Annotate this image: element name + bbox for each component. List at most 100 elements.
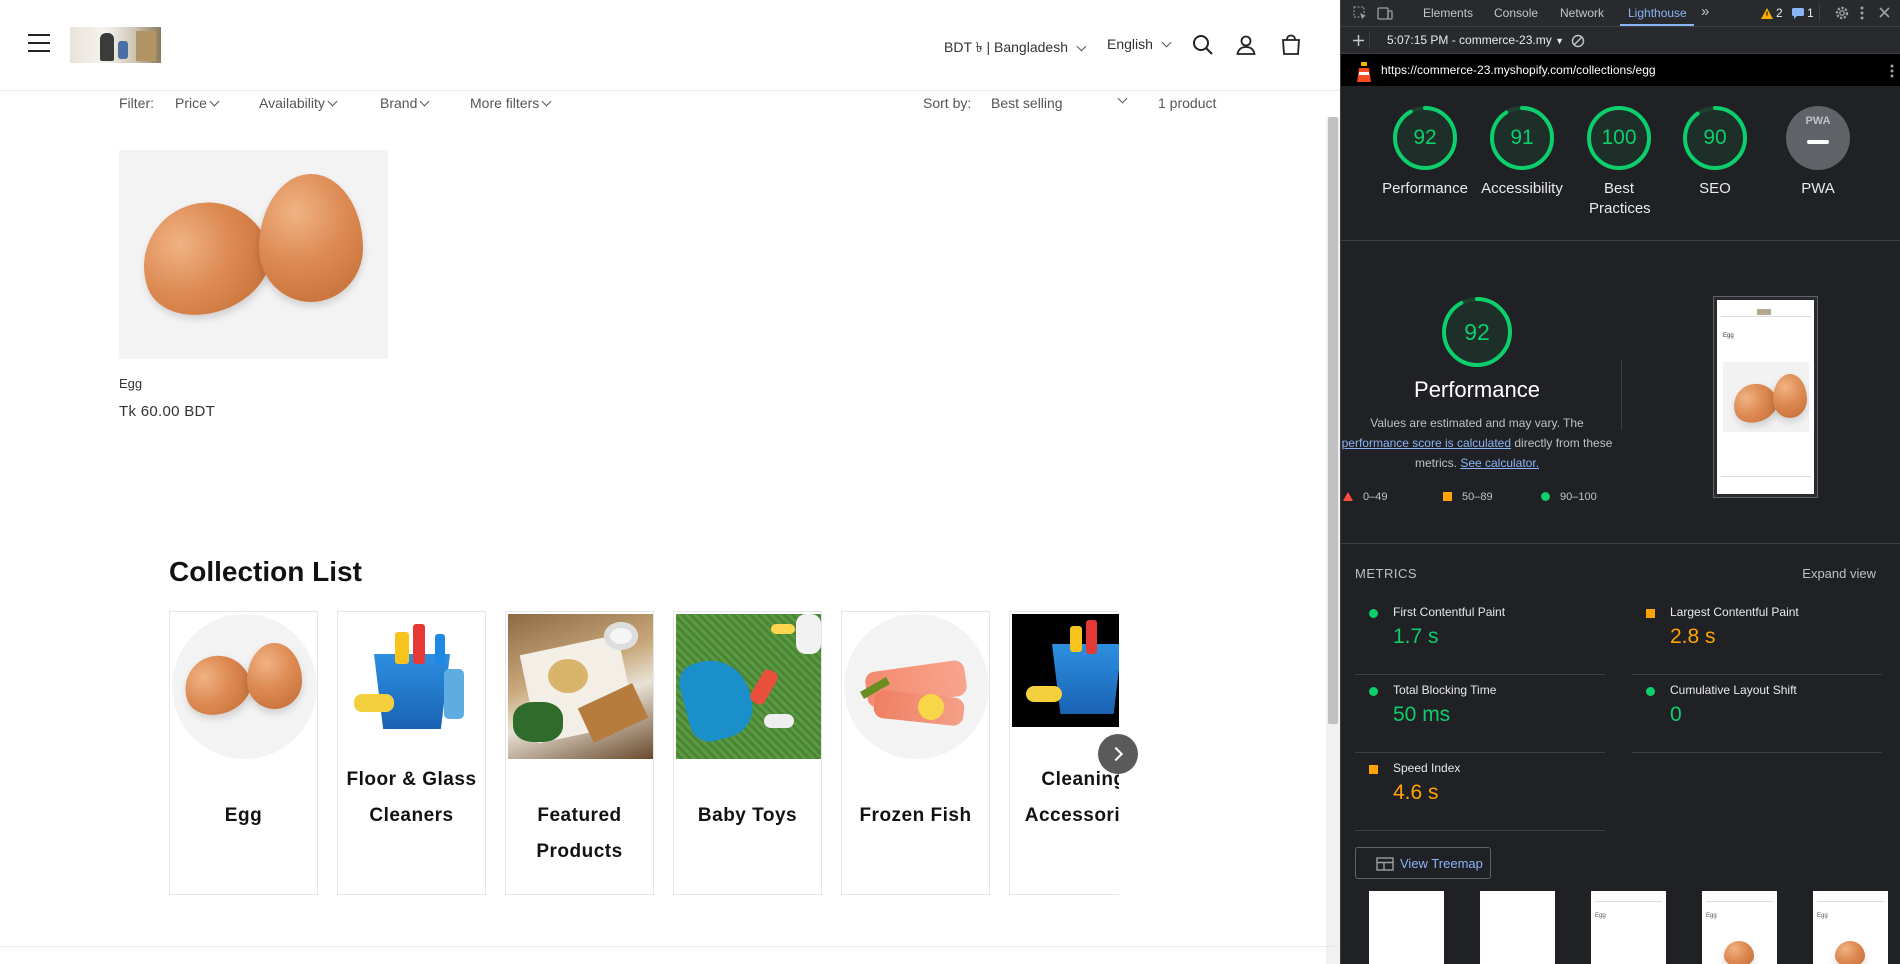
collection-label: Baby Toys: [697, 805, 798, 826]
accessibility-gauge[interactable]: 91: [1489, 105, 1555, 171]
metric-label: Speed Index: [1393, 761, 1461, 775]
inspect-element-icon[interactable]: [1353, 6, 1368, 21]
performance-score-large: 92: [1464, 319, 1490, 345]
search-icon[interactable]: [1191, 33, 1215, 57]
metric-value: 1.7 s: [1393, 625, 1439, 648]
tab-network[interactable]: Network: [1560, 6, 1604, 20]
sort-select[interactable]: Best selling: [991, 93, 1128, 111]
metric-cumulative-layout-shift: Cumulative Layout Shift 0: [1632, 675, 1882, 753]
chevron-down-icon: [1161, 37, 1172, 47]
egg-image-right: [259, 174, 363, 302]
country-currency-selector[interactable]: BDT ৳ | Bangladesh: [944, 36, 1087, 60]
metric-label: First Contentful Paint: [1393, 605, 1506, 619]
page-scrollbar[interactable]: [1326, 117, 1340, 964]
product-card[interactable]: Egg Tk 60.00 BDT: [119, 150, 388, 420]
performance-gauge[interactable]: 92: [1392, 105, 1458, 171]
caret-down-icon: ▼: [1555, 36, 1564, 46]
divider: [1621, 360, 1622, 430]
audited-url-bar: https://commerce-23.myshopify.com/collec…: [1341, 54, 1900, 86]
filter-availability[interactable]: Availability: [259, 95, 338, 111]
warnings-badge[interactable]: 2: [1761, 6, 1783, 20]
metric-label: Cumulative Layout Shift: [1670, 683, 1797, 697]
collection-list-slider: Egg Floor & Glass Cleaners Featured Prod…: [169, 611, 1119, 896]
filter-more[interactable]: More filters: [470, 95, 552, 111]
product-title[interactable]: Egg: [119, 376, 142, 391]
collection-card-egg[interactable]: Egg: [169, 611, 318, 895]
chevron-down-icon: [419, 96, 430, 106]
chevron-down-icon: [541, 96, 552, 106]
final-screenshot-thumbnail[interactable]: Egg: [1714, 297, 1817, 497]
filter-brand[interactable]: Brand: [380, 95, 430, 111]
message-icon: [1792, 7, 1804, 19]
performance-description: Values are estimated and may vary. The p…: [1341, 413, 1613, 473]
pass-circle-icon: [1369, 687, 1378, 696]
score-calculated-link[interactable]: performance score is calculated: [1342, 436, 1511, 450]
warning-icon: [1761, 7, 1773, 19]
sort-label: Sort by:: [923, 95, 972, 111]
kebab-menu-icon[interactable]: [1889, 63, 1895, 79]
collection-image-frozen-fish: [844, 614, 989, 759]
product-image[interactable]: [119, 150, 388, 359]
pwa-gauge[interactable]: PWA: [1785, 105, 1851, 171]
filter-label: Filter:: [119, 95, 154, 111]
cart-icon[interactable]: [1279, 33, 1303, 57]
collection-card-baby-toys[interactable]: Baby Toys: [673, 611, 822, 895]
metric-speed-index: Speed Index 4.6 s: [1355, 753, 1605, 831]
see-calculator-link[interactable]: See calculator.: [1460, 456, 1539, 470]
scrollbar-thumb[interactable]: [1328, 117, 1338, 724]
account-icon[interactable]: [1234, 33, 1258, 57]
filmstrip-frame: Egg: [1702, 891, 1777, 964]
collection-label: Frozen Fish: [859, 805, 972, 826]
close-icon[interactable]: [1878, 6, 1891, 19]
store-header: BDT ৳ | Bangladesh English: [0, 0, 1340, 91]
messages-badge[interactable]: 1: [1792, 6, 1814, 20]
pwa-badge: PWA: [1805, 115, 1831, 127]
report-select[interactable]: 5:07:15 PM - commerce-23.my ▼: [1387, 33, 1564, 47]
clear-block-icon[interactable]: [1571, 34, 1585, 48]
chevron-down-icon: [209, 96, 220, 106]
metric-value: 50 ms: [1393, 703, 1451, 726]
collection-card-floor-glass-cleaners[interactable]: Floor & Glass Cleaners: [337, 611, 486, 895]
filter-bar: Filter: Price Availability Brand More fi…: [119, 93, 1219, 115]
add-report-icon[interactable]: [1352, 34, 1365, 47]
score-value: 91: [1510, 126, 1534, 149]
tab-elements[interactable]: Elements: [1423, 6, 1473, 20]
metrics-header: METRICS: [1355, 566, 1417, 581]
filmstrip-frame: Egg: [1813, 891, 1888, 964]
collection-card-frozen-fish[interactable]: Frozen Fish: [841, 611, 990, 895]
desc-text-1: Values are estimated and may vary. The: [1370, 416, 1584, 430]
seo-gauge[interactable]: 90: [1682, 105, 1748, 171]
hamburger-menu-icon[interactable]: [28, 34, 50, 52]
expand-view-toggle[interactable]: Expand view: [1802, 566, 1876, 581]
divider: [1632, 752, 1882, 753]
divider: [1341, 543, 1900, 544]
kebab-menu-icon[interactable]: [1859, 5, 1865, 21]
audited-url[interactable]: https://commerce-23.myshopify.com/collec…: [1381, 63, 1656, 77]
collection-list-title: Collection List: [169, 556, 362, 587]
filmstrip-frame: [1480, 891, 1555, 964]
thumbnail-title: Egg: [1723, 333, 1734, 339]
report-select-value: 5:07:15 PM - commerce-23.my: [1387, 33, 1552, 47]
filter-price[interactable]: Price: [175, 95, 220, 111]
slider-next-button[interactable]: [1098, 734, 1138, 774]
pass-circle-icon: [1369, 609, 1378, 618]
currency-label: BDT ৳ | Bangladesh: [944, 39, 1068, 55]
best-practices-gauge[interactable]: 100: [1586, 105, 1652, 171]
device-toolbar-icon[interactable]: [1377, 6, 1393, 21]
view-treemap-button[interactable]: View Treemap: [1355, 847, 1491, 879]
collection-image-featured: [508, 614, 653, 759]
legend-average: 50–89: [1443, 491, 1493, 503]
collection-label: Egg: [224, 805, 263, 826]
collection-card-featured-products[interactable]: Featured Products: [505, 611, 654, 895]
fail-triangle-icon: [1343, 492, 1353, 501]
language-selector[interactable]: English: [1107, 36, 1172, 52]
store-logo[interactable]: [70, 27, 161, 63]
divider: [0, 946, 1340, 947]
collection-label-line2: Products: [536, 841, 623, 862]
more-tabs-icon[interactable]: »: [1701, 3, 1709, 20]
divider: [1355, 830, 1605, 831]
gear-icon[interactable]: [1834, 5, 1850, 21]
tab-console[interactable]: Console: [1494, 6, 1538, 20]
tab-lighthouse[interactable]: Lighthouse: [1628, 6, 1687, 20]
chevron-down-icon: [1117, 93, 1128, 104]
